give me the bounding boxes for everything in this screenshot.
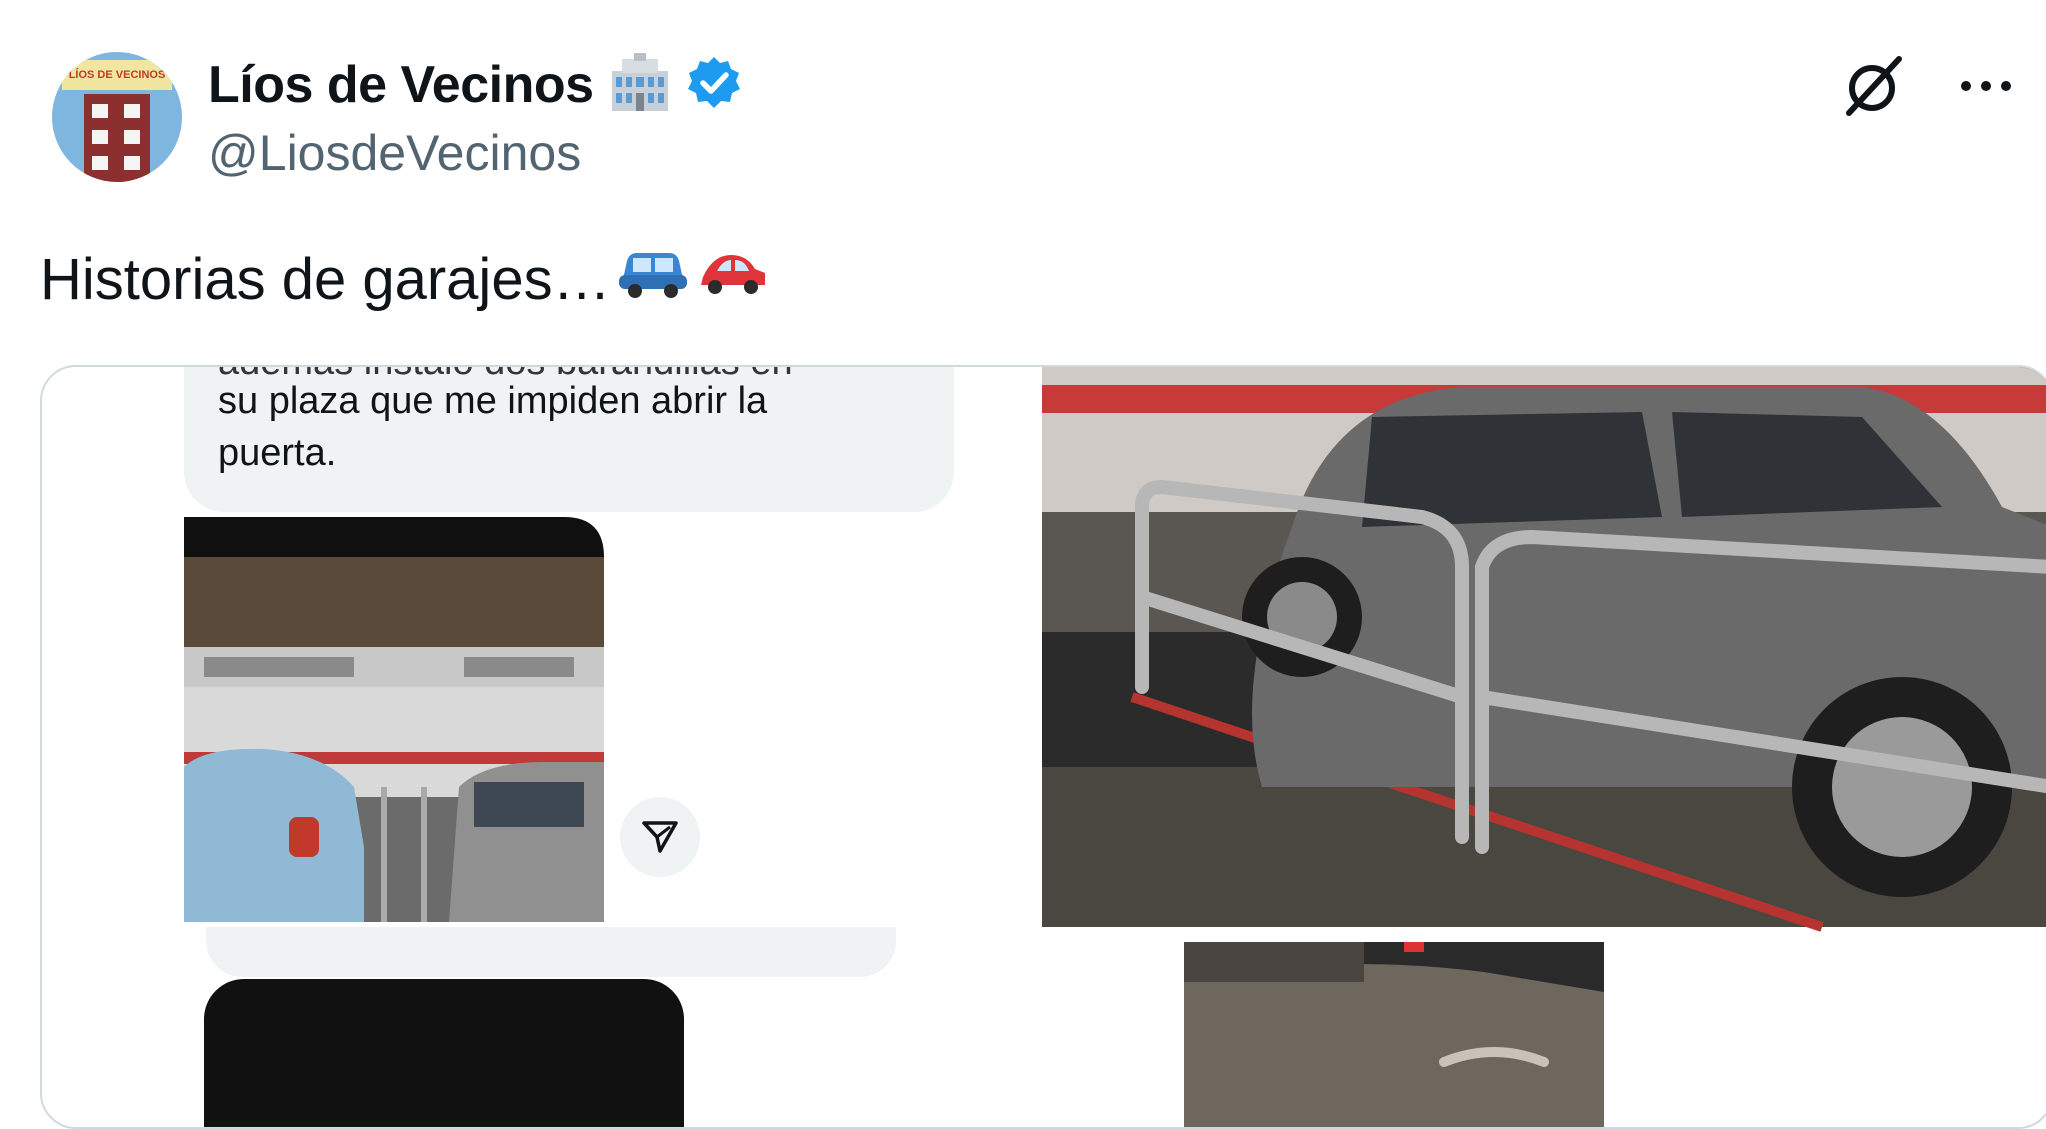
chat-garage-photo [184,517,604,922]
send-icon[interactable] [620,797,700,877]
avatar[interactable]: LÍOS DE VECINOS [52,52,182,182]
verified-badge-icon[interactable] [686,55,742,116]
message-bubble [206,927,896,977]
avatar-logo-text: LÍOS DE VECINOS [69,68,166,81]
tweet-media[interactable]: además instaló dos barandillas en su pla… [40,365,2046,1129]
media-image-chat-screenshot[interactable]: además instaló dos barandillas en su pla… [42,367,1042,1127]
blue-car-icon [617,245,689,313]
author-display-name[interactable]: Líos de Vecinos [208,55,594,115]
car-door-photo [1184,942,1604,1127]
office-building-icon [608,52,672,118]
tweet-actions [1838,50,2022,122]
more-icon[interactable] [1950,50,2022,122]
grok-icon[interactable] [1838,50,1910,122]
tweet-body: Historias de garajes… [40,246,611,312]
message-text: su plaza que me impiden abrir la puerta. [218,375,918,479]
media-image-car-photo[interactable] [1042,367,2046,1127]
chat-dark-media [204,979,684,1127]
red-car-icon [695,245,771,313]
author-handle[interactable]: @LiosdeVecinos [208,124,581,182]
message-line: su plaza que me impiden abrir la [218,380,768,422]
tweet-text: Historias de garajes… [40,245,771,313]
message-line: puerta. [218,432,337,474]
author-name-row[interactable]: Líos de Vecinos [208,52,742,118]
